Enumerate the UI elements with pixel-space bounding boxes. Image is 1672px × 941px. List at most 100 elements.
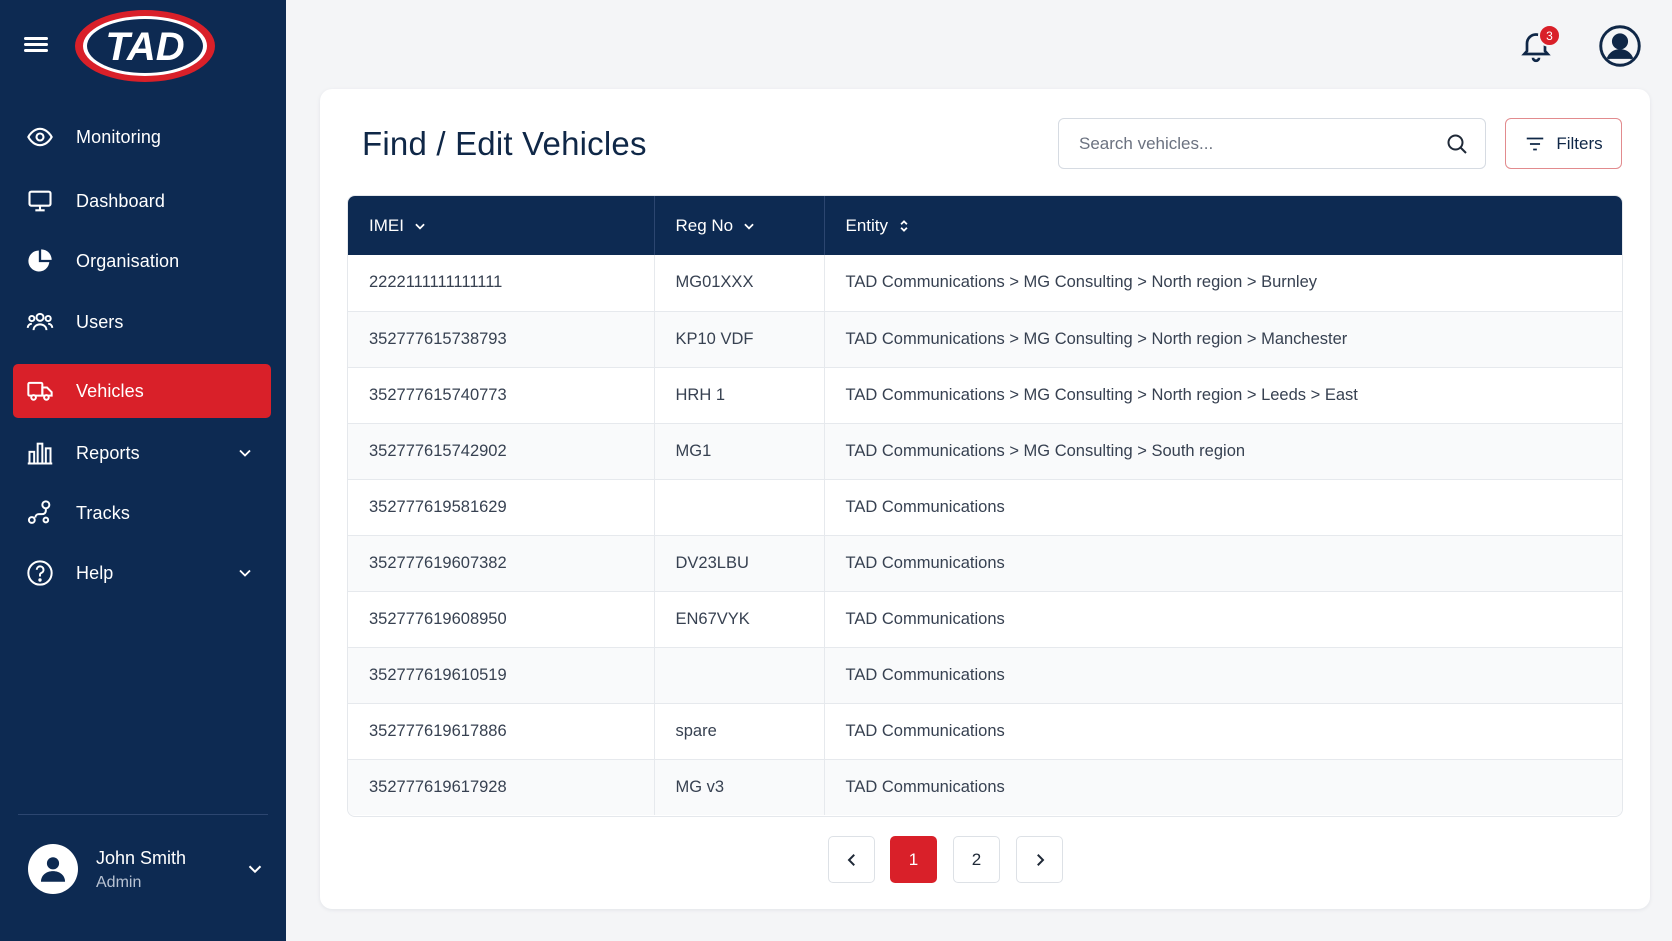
cell-entity: TAD Communications <box>845 777 1005 796</box>
search-box[interactable] <box>1058 118 1486 169</box>
help-circle-icon <box>25 558 55 588</box>
route-icon <box>25 498 55 528</box>
prev-page-button[interactable] <box>828 836 875 883</box>
sidebar-item-label: Tracks <box>76 502 130 523</box>
column-header-entity[interactable]: Entity <box>824 196 1622 255</box>
monitor-icon <box>25 186 55 216</box>
sidebar-item-organisation[interactable]: Organisation <box>13 234 271 288</box>
column-header-label: Reg No <box>675 215 734 235</box>
cell-reg-no: MG01XXX <box>654 255 825 311</box>
column-header-imei[interactable]: IMEI <box>348 196 655 255</box>
table-header-row: IMEI Reg No Entity <box>348 196 1622 255</box>
search-input[interactable] <box>1079 119 1439 168</box>
cell-imei: 352777619610519 <box>348 647 655 703</box>
sort-desc-icon <box>744 223 754 230</box>
table-row[interactable]: 2222111111111111 MG01XXX TAD Communicati… <box>348 255 1622 311</box>
cell-imei: 352777619608950 <box>348 591 655 647</box>
sidebar-item-label: Organisation <box>76 250 180 271</box>
table-row[interactable]: 352777619617928 MG v3 TAD Communications <box>348 759 1622 815</box>
cell-imei: 352777615738793 <box>348 311 655 367</box>
sidebar-item-label: Help <box>76 562 114 583</box>
table-row[interactable]: 352777619581629 TAD Communications <box>348 479 1622 535</box>
sidebar-item-label: Users <box>76 311 124 332</box>
cell-reg-no <box>654 647 825 703</box>
cell-reg-no: KP10 VDF <box>654 311 825 367</box>
user-avatar-icon <box>40 857 66 882</box>
tad-logo[interactable]: TAD <box>73 8 218 85</box>
cell-reg-no: MG v3 <box>654 759 825 815</box>
cell-entity: TAD Communications <box>845 721 1005 740</box>
filters-label: Filters <box>1556 133 1603 153</box>
account-icon[interactable] <box>1598 24 1642 68</box>
cell-reg-no <box>654 479 825 535</box>
table-row[interactable]: 352777615742902 MG1 TAD Communications >… <box>348 423 1622 479</box>
table-row[interactable]: 352777619607382 DV23LBU TAD Communicatio… <box>348 535 1622 591</box>
chevron-down-icon[interactable] <box>235 443 255 463</box>
chevron-right-icon <box>1036 853 1044 866</box>
sidebar-item-monitoring[interactable]: Monitoring <box>13 110 271 164</box>
sidebar-item-label: Reports <box>76 442 140 463</box>
column-header-label: IMEI <box>369 215 404 235</box>
user-name: John Smith <box>96 848 187 868</box>
sidebar-item-reports[interactable]: Reports <box>13 426 271 480</box>
vehicles-card: Find / Edit Vehicles Filters IMEI <box>320 89 1650 909</box>
cell-entity: TAD Communications <box>845 497 1005 516</box>
cell-imei: 2222111111111111 <box>348 255 655 311</box>
cell-imei: 352777619607382 <box>348 535 655 591</box>
sidebar-item-dashboard[interactable]: Dashboard <box>13 174 271 228</box>
search-icon[interactable] <box>1445 132 1469 156</box>
cell-entity: TAD Communications <box>845 665 1005 684</box>
sidebar-item-vehicles[interactable]: Vehicles <box>13 364 271 418</box>
next-page-button[interactable] <box>1016 836 1063 883</box>
sidebar-item-label: Vehicles <box>76 380 144 401</box>
column-header-label: Entity <box>845 215 889 235</box>
filters-button[interactable]: Filters <box>1505 118 1622 169</box>
cell-imei: 352777619617886 <box>348 703 655 759</box>
chevron-left-icon <box>847 853 855 866</box>
table-row[interactable]: 352777615738793 KP10 VDF TAD Communicati… <box>348 311 1622 367</box>
hamburger-menu-icon[interactable] <box>22 34 50 58</box>
table-row[interactable]: 352777619617886 spare TAD Communications <box>348 703 1622 759</box>
pie-chart-icon <box>25 246 55 276</box>
user-profile[interactable]: John Smith Admin <box>26 842 266 902</box>
cell-reg-no: EN67VYK <box>654 591 825 647</box>
page-title: Find / Edit Vehicles <box>362 125 647 162</box>
sort-desc-icon <box>415 223 425 230</box>
table-row[interactable]: 352777619610519 TAD Communications <box>348 647 1622 703</box>
user-role: Admin <box>96 874 142 891</box>
sort-both-icon <box>900 219 908 232</box>
sidebar-item-users[interactable]: Users <box>13 295 271 349</box>
users-icon <box>25 307 55 337</box>
notification-badge: 3 <box>1538 24 1561 47</box>
cell-imei: 352777619581629 <box>348 479 655 535</box>
column-header-reg-no[interactable]: Reg No <box>654 196 825 255</box>
sidebar-divider <box>18 814 268 815</box>
filter-icon <box>1527 137 1544 150</box>
sidebar: TAD Monitoring Dashboard Organisation Us… <box>0 0 286 941</box>
cell-entity: TAD Communications <box>845 609 1005 628</box>
table-row[interactable]: 352777619608950 EN67VYK TAD Communicatio… <box>348 591 1622 647</box>
bar-chart-icon <box>25 438 55 468</box>
avatar <box>28 844 78 894</box>
page-button-1[interactable]: 1 <box>890 836 937 883</box>
cell-imei: 352777619617928 <box>348 759 655 815</box>
eye-icon <box>25 122 55 152</box>
cell-entity: TAD Communications <box>845 553 1005 572</box>
truck-icon <box>25 376 55 406</box>
cell-reg-no: DV23LBU <box>654 535 825 591</box>
vehicles-table: IMEI Reg No Entity 2222111111111111 MG01… <box>347 195 1623 817</box>
cell-reg-no: spare <box>654 703 825 759</box>
cell-entity: TAD Communications > MG Consulting > Sou… <box>845 441 1246 460</box>
cell-entity: TAD Communications > MG Consulting > Nor… <box>845 385 1358 404</box>
sidebar-item-help[interactable]: Help <box>13 546 271 600</box>
cell-imei: 352777615742902 <box>348 423 655 479</box>
sidebar-item-tracks[interactable]: Tracks <box>13 486 271 540</box>
chevron-down-icon[interactable] <box>244 858 266 880</box>
cell-entity: TAD Communications > MG Consulting > Nor… <box>845 273 1318 292</box>
cell-reg-no: HRH 1 <box>654 367 825 423</box>
table-row[interactable]: 352777615740773 HRH 1 TAD Communications… <box>348 367 1622 423</box>
page-button-2[interactable]: 2 <box>953 836 1000 883</box>
sidebar-item-label: Monitoring <box>76 126 162 147</box>
logo-text: TAD <box>105 25 184 69</box>
chevron-down-icon[interactable] <box>235 563 255 583</box>
